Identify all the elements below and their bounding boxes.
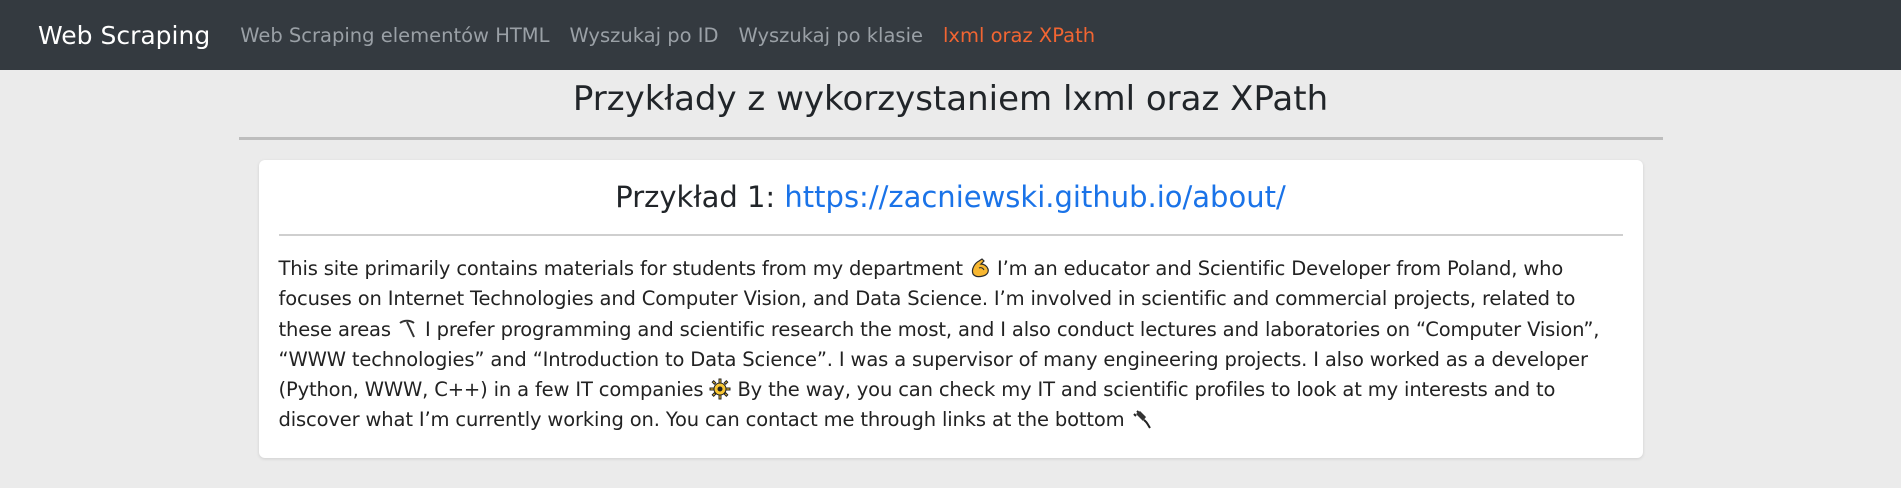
gear-icon [709, 378, 731, 400]
card-divider [278, 234, 1623, 236]
body-text-part-1: This site primarily contains materials f… [278, 257, 969, 280]
example-card: Przykład 1: https://zacniewski.github.io… [258, 160, 1643, 458]
plug-icon [1131, 408, 1153, 430]
card-body-text: This site primarily contains materials f… [279, 254, 1623, 436]
card-title-prefix: Przykład 1: [615, 180, 785, 214]
brand-link[interactable]: Web Scraping [38, 21, 210, 50]
page-title: Przykłady z wykorzystaniem lxml oraz XPa… [572, 79, 1329, 119]
nav-link-search-by-id[interactable]: Wyszukaj po ID [569, 24, 718, 47]
flexed-biceps-icon [969, 257, 991, 279]
nav-links: Web Scraping elementów HTML Wyszukaj po … [240, 24, 1115, 47]
card-title: Przykład 1: https://zacniewski.github.io… [279, 180, 1623, 214]
nav-link-web-scraping-elements[interactable]: Web Scraping elementów HTML [240, 24, 549, 47]
top-navbar: Web Scraping Web Scraping elementów HTML… [0, 0, 1901, 70]
pick-icon [397, 318, 419, 340]
nav-link-lxml-xpath[interactable]: lxml oraz XPath [943, 24, 1095, 47]
nav-link-search-by-class[interactable]: Wyszukaj po klasie [739, 24, 924, 47]
title-divider [238, 137, 1663, 140]
example-url-link[interactable]: https://zacniewski.github.io/about/ [784, 180, 1285, 214]
